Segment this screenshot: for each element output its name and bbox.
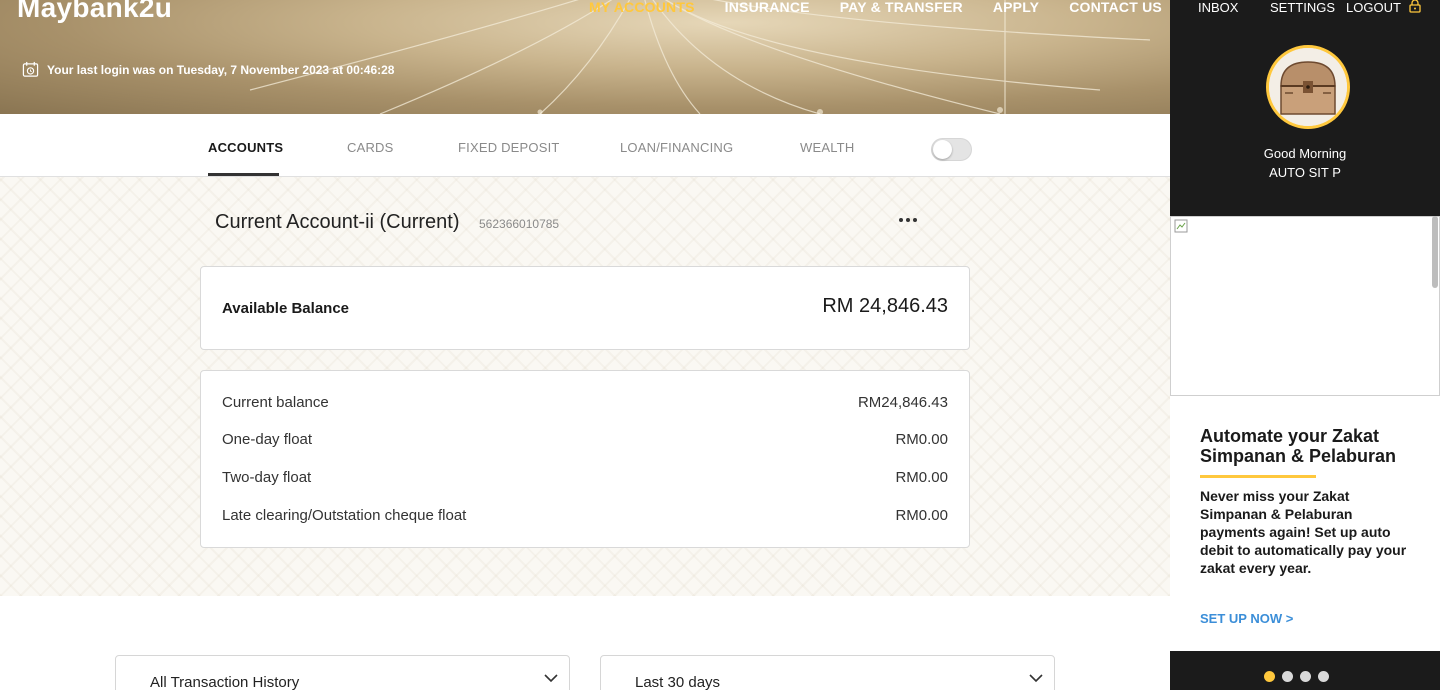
panel-scrollbar[interactable]	[1432, 216, 1438, 288]
detail-row: Current balance RM24,846.43	[222, 394, 948, 411]
carousel-dot[interactable]	[1318, 671, 1329, 682]
carousel-dot[interactable]	[1282, 671, 1293, 682]
detail-row: Two-day float RM0.00	[222, 469, 948, 486]
setup-now-link[interactable]: SET UP NOW >	[1200, 611, 1293, 626]
promo-divider	[1200, 475, 1316, 478]
carousel-dot[interactable]	[1300, 671, 1311, 682]
header-banner: Maybank2u MY ACCOUNTS INSURANCE PAY & TR…	[0, 0, 1170, 114]
top-nav: MY ACCOUNTS INSURANCE PAY & TRANSFER APP…	[589, 0, 1162, 14]
active-tab-indicator	[208, 173, 279, 176]
avatar[interactable]	[1266, 45, 1350, 129]
greeting-text: Good Morning	[1263, 146, 1347, 161]
more-horizontal-icon	[899, 218, 917, 222]
account-title: Current Account-ii (Current)	[215, 211, 460, 233]
more-options-button[interactable]	[898, 207, 918, 228]
dandelion-background	[249, 0, 1151, 114]
inbox-link[interactable]: INBOX	[1198, 0, 1238, 15]
detail-row: One-day float RM0.00	[222, 431, 948, 448]
detail-label: Current balance	[222, 394, 329, 411]
maybank2u-logo[interactable]: Maybank2u	[17, 0, 172, 24]
promo-title: Automate your Zakat Simpanan & Pelaburan	[1200, 426, 1397, 466]
settings-link[interactable]: SETTINGS	[1270, 0, 1335, 15]
detail-row: Late clearing/Outstation cheque float RM…	[222, 507, 948, 524]
detail-value: RM0.00	[895, 469, 948, 486]
detail-label: Late clearing/Outstation cheque float	[222, 507, 467, 524]
calendar-clock-icon	[22, 61, 39, 77]
view-toggle[interactable]	[931, 138, 972, 161]
user-name: AUTO SIT P	[1269, 165, 1341, 180]
detail-value: RM0.00	[895, 431, 948, 448]
balance-details-card: Current balance RM24,846.43 One-day floa…	[200, 370, 970, 548]
nav-my-accounts[interactable]: MY ACCOUNTS	[589, 0, 695, 14]
last-login: Your last login was on Tuesday, 7 Novemb…	[22, 61, 394, 78]
carousel-dot[interactable]	[1264, 671, 1275, 682]
chevron-down-icon	[1029, 674, 1043, 683]
period-value: Last 30 days	[635, 674, 721, 690]
account-tabs: ACCOUNTS CARDS FIXED DEPOSIT LOAN/FINANC…	[0, 114, 1170, 177]
transaction-type-value: All Transaction History	[150, 674, 300, 690]
nav-pay-transfer[interactable]: PAY & TRANSFER	[840, 0, 963, 14]
tab-cards[interactable]: CARDS	[347, 140, 394, 155]
available-balance-value: RM 24,846.43	[822, 295, 948, 317]
transaction-type-select[interactable]: All Transaction History	[115, 655, 570, 690]
detail-value: RM0.00	[895, 507, 948, 524]
nav-insurance[interactable]: INSURANCE	[725, 0, 810, 14]
toggle-knob	[933, 140, 952, 159]
treasure-chest-icon	[1269, 48, 1347, 126]
available-balance-label: Available Balance	[222, 300, 350, 317]
chevron-down-icon	[544, 674, 558, 683]
tab-loan-financing[interactable]: LOAN/FINANCING	[620, 140, 733, 155]
available-balance-card: Available Balance RM 24,846.43	[200, 266, 970, 350]
detail-value: RM24,846.43	[857, 394, 948, 411]
detail-label: One-day float	[222, 431, 313, 448]
ad-banner-frame[interactable]	[1170, 216, 1440, 396]
tab-wealth[interactable]: WEALTH	[800, 140, 854, 155]
nav-apply[interactable]: APPLY	[993, 0, 1039, 14]
last-login-text: Your last login was on Tuesday, 7 Novemb…	[47, 62, 395, 77]
logout-link[interactable]: LOGOUT	[1346, 0, 1401, 15]
promo-body: Never miss your Zakat Simpanan & Pelabur…	[1200, 488, 1407, 576]
tab-fixed-deposit[interactable]: FIXED DEPOSIT	[458, 140, 560, 155]
nav-contact-us[interactable]: CONTACT US	[1069, 0, 1162, 14]
broken-image-icon	[1174, 219, 1188, 233]
detail-label: Two-day float	[222, 469, 312, 486]
account-number: 562366010785	[479, 217, 560, 231]
lock-icon[interactable]	[1409, 0, 1421, 13]
tab-accounts[interactable]: ACCOUNTS	[208, 140, 283, 155]
period-select[interactable]: Last 30 days	[600, 655, 1055, 690]
